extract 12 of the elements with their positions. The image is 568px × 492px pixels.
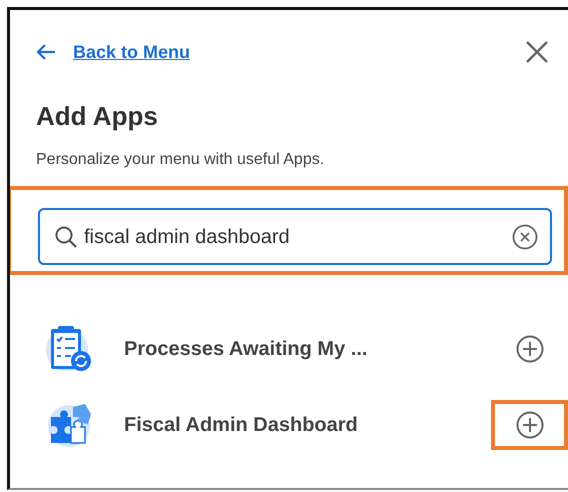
app-name: Processes Awaiting My ... <box>124 337 368 362</box>
back-link[interactable]: Back to Menu <box>73 38 190 66</box>
clear-icon[interactable] <box>512 224 538 250</box>
back-arrow-icon[interactable] <box>35 43 57 61</box>
page-title: Add Apps <box>36 101 159 132</box>
close-button[interactable] <box>524 39 550 65</box>
search-bar[interactable]: fiscal admin dashboard <box>38 208 552 266</box>
search-icon <box>54 224 78 249</box>
subtitle-text: Personalize your menu with useful Apps. <box>36 150 326 170</box>
add-button[interactable] <box>516 411 544 440</box>
add-button[interactable] <box>516 335 544 364</box>
app-name: Fiscal Admin Dashboard <box>124 413 358 438</box>
